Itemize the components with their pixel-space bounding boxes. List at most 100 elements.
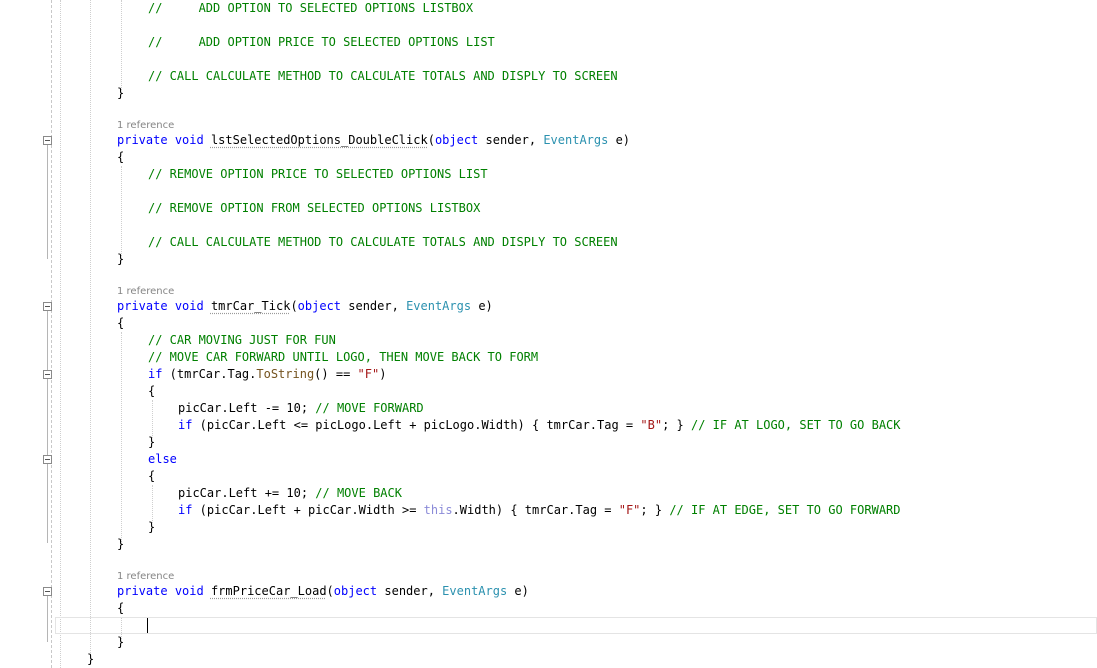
code-line[interactable]: { [148, 468, 155, 485]
code-line[interactable]: if (picCar.Left <= picLogo.Left + picLog… [178, 417, 901, 434]
current-line-highlight [55, 617, 1097, 634]
code-token: ( [427, 133, 435, 147]
indent-guide [60, 0, 61, 668]
code-token: // CAR MOVING JUST FOR FUN [148, 333, 336, 347]
code-line[interactable]: private void tmrCar_Tick(object sender, … [117, 298, 493, 315]
code-token: private [117, 299, 168, 313]
reference-count-lens[interactable]: 1 reference [117, 283, 174, 300]
code-token: } [117, 537, 125, 551]
code-token: // MOVE FORWARD [315, 401, 424, 415]
code-token: } [87, 652, 95, 666]
code-line[interactable]: } [148, 519, 155, 536]
code-line[interactable]: private void lstSelectedOptions_DoubleCl… [117, 132, 630, 149]
indent-guide [152, 400, 153, 438]
code-token: if [148, 367, 163, 381]
code-token: // REMOVE OPTION FROM SELECTED OPTIONS L… [148, 201, 481, 215]
code-token: object [333, 584, 378, 598]
code-line[interactable]: // CALL CALCULATE METHOD TO CALCULATE TO… [148, 68, 618, 85]
code-token: // MOVE CAR FORWARD UNTIL LOGO, THEN MOV… [148, 350, 539, 364]
code-token: sender, [377, 584, 443, 598]
code-token: private [117, 133, 168, 147]
code-token: // MOVE BACK [315, 486, 402, 500]
code-line[interactable]: picCar.Left -= 10; // MOVE FORWARD [178, 400, 424, 417]
code-line[interactable]: // CALL CALCULATE METHOD TO CALCULATE TO… [148, 234, 618, 251]
code-token: else [148, 452, 177, 466]
code-token: object [297, 299, 342, 313]
code-token: ( [326, 584, 334, 598]
code-line[interactable]: private void frmPriceCar_Load(object sen… [117, 583, 529, 600]
code-token: frmPriceCar_Load [210, 584, 327, 598]
code-token: (picCar.Left <= picLogo.Left + picLogo.W… [192, 418, 641, 432]
code-line[interactable]: { [117, 315, 124, 332]
code-token: ToString [256, 367, 315, 381]
code-line[interactable]: } [117, 85, 124, 102]
gutter-margin-line [51, 0, 52, 668]
code-line[interactable]: } [117, 536, 124, 553]
code-token: object [434, 133, 479, 147]
code-token: // REMOVE OPTION PRICE TO SELECTED OPTIO… [148, 167, 488, 181]
fold-region-line [47, 596, 48, 642]
code-line[interactable]: } [87, 651, 94, 668]
code-line[interactable]: // ADD OPTION TO SELECTED OPTIONS LISTBO… [148, 0, 473, 17]
indent-guide [121, 166, 122, 256]
code-token: () == [314, 367, 358, 381]
fold-region-line [47, 145, 48, 259]
code-token: } [148, 520, 156, 534]
code-token: picCar.Left += 10; [178, 486, 316, 500]
text-caret [147, 618, 148, 633]
code-line[interactable]: else [148, 451, 177, 468]
code-line[interactable]: // MOVE CAR FORWARD UNTIL LOGO, THEN MOV… [148, 349, 538, 366]
code-token: lstSelectedOptions_DoubleClick [210, 133, 428, 147]
code-line[interactable]: // ADD OPTION PRICE TO SELECTED OPTIONS … [148, 34, 495, 51]
code-token: ( [290, 299, 298, 313]
code-line[interactable]: { [148, 383, 155, 400]
fold-region-line [47, 311, 48, 543]
code-line[interactable]: picCar.Left += 10; // MOVE BACK [178, 485, 402, 502]
code-token: { [117, 150, 125, 164]
code-token: // ADD OPTION PRICE TO SELECTED OPTIONS … [148, 35, 495, 49]
collapse-icon[interactable] [43, 455, 52, 464]
code-token: // CALL CALCULATE METHOD TO CALCULATE TO… [148, 69, 618, 83]
code-line[interactable]: // CAR MOVING JUST FOR FUN [148, 332, 336, 349]
code-line[interactable]: // REMOVE OPTION FROM SELECTED OPTIONS L… [148, 200, 480, 217]
code-editor[interactable]: // ADD OPTION TO SELECTED OPTIONS LISTBO… [0, 0, 1097, 668]
code-token: private [117, 584, 168, 598]
collapse-icon[interactable] [43, 587, 52, 596]
code-token: { [148, 469, 156, 483]
reference-count-lens[interactable]: 1 reference [117, 568, 174, 585]
code-token: } [148, 435, 156, 449]
code-token: "F" [618, 503, 641, 517]
code-token: sender, [341, 299, 407, 313]
code-token: ; } [662, 418, 691, 432]
code-token: } [117, 252, 125, 266]
code-token: EventArgs [406, 299, 472, 313]
code-token: } [117, 635, 125, 649]
code-token: if [178, 503, 193, 517]
collapse-icon[interactable] [43, 136, 52, 145]
code-token: // ADD OPTION TO SELECTED OPTIONS LISTBO… [148, 1, 474, 15]
code-token: // IF AT EDGE, SET TO GO FORWARD [669, 503, 901, 517]
code-token: (tmrCar.Tag. [162, 367, 257, 381]
code-line[interactable]: // REMOVE OPTION PRICE TO SELECTED OPTIO… [148, 166, 488, 183]
reference-count-lens[interactable]: 1 reference [117, 117, 174, 134]
code-token: void [174, 133, 204, 147]
code-token: EventArgs [543, 133, 609, 147]
code-line[interactable]: } [117, 251, 124, 268]
code-line[interactable]: if (picCar.Left + picCar.Width >= this.W… [178, 502, 901, 519]
code-line[interactable]: { [117, 149, 124, 166]
code-line[interactable]: } [117, 634, 124, 651]
indent-guide [121, 0, 122, 90]
code-token: e) [471, 299, 493, 313]
code-token: e) [608, 133, 631, 147]
code-line[interactable]: } [148, 434, 155, 451]
code-token: tmrCar_Tick [210, 299, 291, 313]
collapse-icon[interactable] [43, 370, 52, 379]
code-token: void [174, 584, 204, 598]
code-token: .Width) { tmrCar.Tag = [452, 503, 619, 517]
collapse-icon[interactable] [43, 302, 52, 311]
code-line[interactable]: if (tmrCar.Tag.ToString() == "F") [148, 366, 386, 383]
code-line[interactable]: { [117, 600, 124, 617]
